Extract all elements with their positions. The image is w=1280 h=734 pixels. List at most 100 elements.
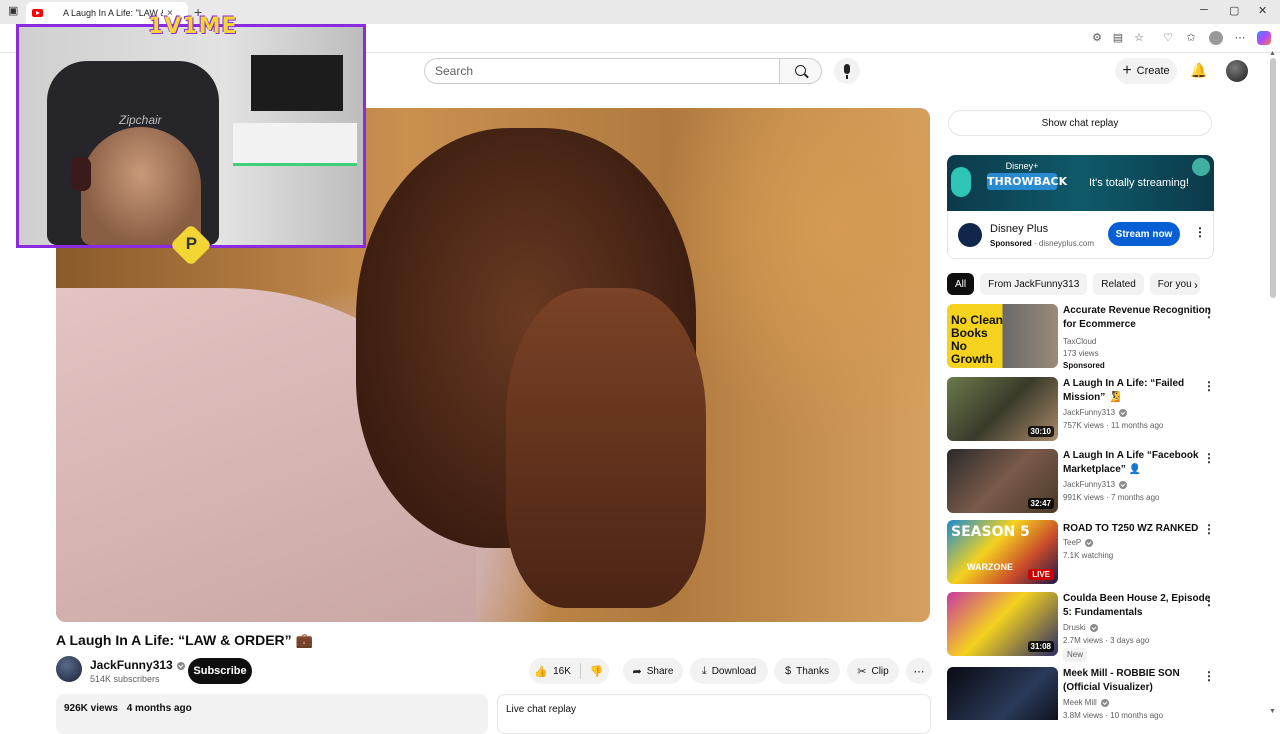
verified-icon — [1089, 623, 1098, 632]
browser-menu-icon[interactable]: ⋯ — [1233, 31, 1247, 45]
download-button[interactable]: ⤓ Download — [690, 658, 768, 684]
recommendation-menu-icon[interactable]: ⋮ — [1203, 379, 1215, 393]
reading-view-icon[interactable]: ▤ — [1111, 31, 1125, 45]
recommendation-channel-text: TeeP — [1063, 538, 1082, 547]
thanks-button[interactable]: $ Thanks — [774, 658, 840, 684]
recommendation-menu-icon[interactable]: ⋮ — [1203, 669, 1215, 683]
notifications-bell-icon[interactable]: 🔔 — [1190, 62, 1207, 79]
like-icon[interactable]: 👍 — [534, 665, 548, 678]
dislike-icon[interactable]: 👎 — [590, 665, 604, 678]
subscribe-button[interactable]: Subscribe — [188, 658, 252, 684]
recommendation-item[interactable]: No Clean Books No Growth Accurate Revenu… — [947, 304, 1247, 370]
scroll-down-icon[interactable]: ▼ — [1269, 708, 1276, 715]
recommendation-menu-icon[interactable]: ⋮ — [1203, 522, 1215, 536]
channel-name-text: JackFunny313 — [90, 658, 173, 672]
clip-button[interactable]: ✂ Clip — [847, 658, 899, 684]
upload-age: 4 months ago — [126, 703, 192, 714]
facecam-tv-stand — [233, 123, 357, 166]
recommendation-channel-text: JackFunny313 — [1063, 480, 1116, 489]
browser-profile-icon[interactable] — [1209, 31, 1223, 45]
recommendation-item[interactable]: 31:08 Coulda Been House 2, Episode 5: Fu… — [947, 592, 1247, 662]
scroll-up-icon[interactable]: ▲ — [1269, 50, 1276, 57]
recommendation-channel[interactable]: JackFunny313 — [1063, 479, 1128, 491]
recommendation-channel[interactable]: Meek Mill — [1063, 697, 1109, 709]
copilot-icon[interactable] — [1257, 31, 1271, 45]
video-duration: 30:10 — [1027, 426, 1054, 437]
live-chat-replay-panel[interactable]: Live chat replay — [497, 694, 931, 734]
video-duration: 31:08 — [1027, 641, 1054, 652]
ad-menu-icon[interactable]: ⋮ — [1194, 225, 1206, 239]
minimize-window-icon[interactable]: ─ — [1200, 4, 1208, 16]
stream-now-button[interactable]: Stream now — [1108, 222, 1180, 246]
recommendation-channel-text: Meek Mill — [1063, 698, 1097, 707]
download-label: Download — [711, 665, 757, 677]
new-badge: New — [1063, 648, 1088, 662]
recommendation-title[interactable]: Accurate Revenue Recognition for Ecommer… — [1063, 304, 1213, 332]
favorite-star-icon[interactable]: ☆ — [1132, 31, 1146, 45]
chip-from-channel[interactable]: From JackFunny313 — [980, 273, 1088, 295]
recommendation-title[interactable]: Coulda Been House 2, Episode 5: Fundamen… — [1063, 592, 1213, 620]
recommendation-item[interactable]: Meek Mill - ROBBIE SON (Official Visuali… — [947, 667, 1247, 720]
browser-essentials-icon[interactable]: ♡ — [1161, 31, 1175, 45]
ad-info-row[interactable]: Disney Plus Sponsored · disneyplus.com S… — [947, 211, 1214, 259]
share-button[interactable]: ➦ Share — [623, 658, 683, 684]
video-thumbnail[interactable] — [947, 667, 1058, 720]
video-thumbnail[interactable]: SEASON 5 WARZONE LIVE — [947, 520, 1058, 584]
microphone-icon — [844, 64, 850, 79]
channel-name[interactable]: JackFunny313 — [90, 658, 185, 672]
more-actions-button[interactable]: ⋯ — [906, 658, 932, 684]
description-box[interactable]: 926K views 4 months ago — [56, 694, 488, 734]
chip-related[interactable]: Related — [1093, 273, 1144, 295]
recommendation-menu-icon[interactable]: ⋮ — [1203, 306, 1215, 320]
chip-all[interactable]: All — [947, 273, 975, 295]
thumbnail-text: SEASON 5 — [951, 524, 1030, 540]
video-thumbnail[interactable]: 30:10 — [947, 377, 1058, 441]
create-button[interactable]: + Create — [1115, 58, 1177, 84]
recommendation-channel[interactable]: TaxCloud — [1063, 336, 1096, 348]
search-input[interactable]: Search — [424, 58, 780, 84]
recommendation-title[interactable]: A Laugh In A Life “Facebook Marketplace”… — [1063, 449, 1213, 477]
recommendation-menu-icon[interactable]: ⋮ — [1203, 451, 1215, 465]
recommendation-item[interactable]: 30:10 A Laugh In A Life: “Failed Mission… — [947, 377, 1247, 443]
recommendation-title[interactable]: Meek Mill - ROBBIE SON (Official Visuali… — [1063, 667, 1213, 695]
extension-icon[interactable]: ⚙ — [1090, 31, 1104, 45]
facecam-tv — [251, 55, 343, 111]
chip-for-you[interactable]: For you — [1149, 273, 1200, 295]
search-button[interactable] — [780, 58, 822, 84]
chevron-right-icon[interactable]: › — [1194, 278, 1198, 292]
recommendation-menu-icon[interactable]: ⋮ — [1203, 594, 1215, 608]
live-badge: LIVE — [1028, 569, 1054, 580]
channel-avatar[interactable] — [56, 656, 82, 682]
close-window-icon[interactable]: ✕ — [1258, 4, 1267, 17]
tab-actions-icon[interactable]: ▣ — [8, 4, 18, 17]
like-count[interactable]: 16K — [553, 666, 571, 677]
recommendation-channel[interactable]: TeeP — [1063, 537, 1094, 549]
recommendation-channel-text: Druski — [1063, 623, 1086, 632]
recommendation-channel[interactable]: JackFunny313 — [1063, 407, 1128, 419]
ad-banner[interactable]: Disney+ THROWBACK It's totally streaming… — [947, 155, 1214, 211]
video-thumbnail[interactable]: 31:08 — [947, 592, 1058, 656]
advertiser-avatar — [958, 223, 982, 247]
overlay-badge-letter: P — [185, 234, 198, 254]
recommendation-stats: 757K views · 11 months ago — [1063, 421, 1164, 430]
video-title: A Laugh In A Life: “LAW & ORDER” 💼 — [56, 632, 313, 648]
thumbnail-subtext: WARZONE — [967, 562, 1013, 572]
maximize-window-icon[interactable]: ▢ — [1229, 4, 1239, 17]
video-duration: 32:47 — [1027, 498, 1054, 509]
ad-corner-graphic — [1192, 158, 1210, 176]
like-divider — [579, 663, 581, 679]
recommendation-item[interactable]: SEASON 5 WARZONE LIVE ROAD TO T250 WZ RA… — [947, 520, 1247, 586]
voice-search-button[interactable] — [834, 58, 860, 84]
page-scrollbar[interactable] — [1270, 58, 1276, 298]
recommendation-title[interactable]: ROAD TO T250 WZ RANKED — [1063, 522, 1213, 536]
plus-icon: + — [1122, 62, 1132, 79]
favorites-icon[interactable]: ✩ — [1184, 31, 1198, 45]
video-thumbnail[interactable]: No Clean Books No Growth — [947, 304, 1058, 368]
recommendation-item[interactable]: 32:47 A Laugh In A Life “Facebook Market… — [947, 449, 1247, 515]
recommendation-channel[interactable]: Druski — [1063, 622, 1098, 634]
share-label: Share — [646, 665, 674, 677]
account-avatar[interactable] — [1226, 60, 1248, 82]
show-chat-replay-button[interactable]: Show chat replay — [948, 110, 1212, 136]
recommendation-title[interactable]: A Laugh In A Life: “Failed Mission” 🧏 — [1063, 377, 1213, 405]
video-thumbnail[interactable]: 32:47 — [947, 449, 1058, 513]
